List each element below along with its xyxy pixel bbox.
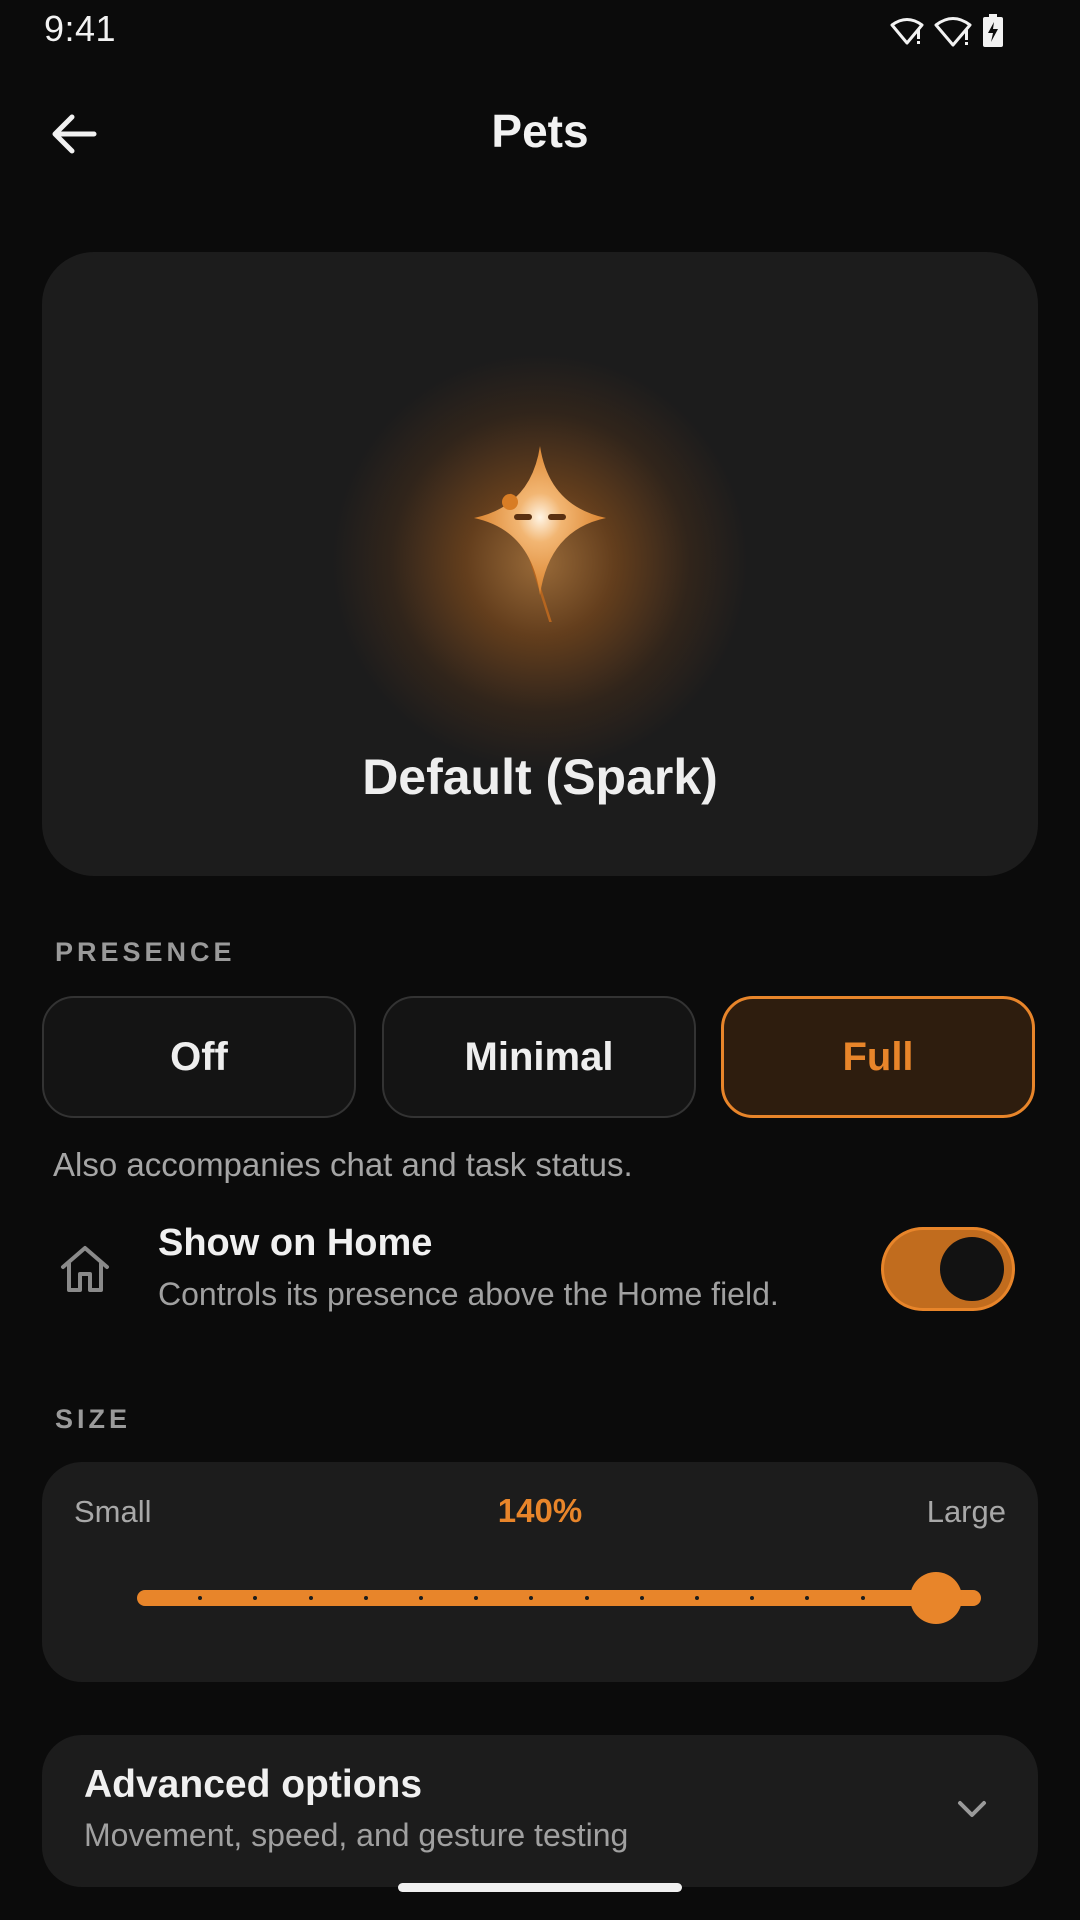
show-on-home-title: Show on Home	[158, 1222, 433, 1264]
slider-tick	[529, 1596, 534, 1600]
slider-tick	[198, 1596, 203, 1600]
battery-charging-icon	[983, 14, 1003, 47]
advanced-options-title: Advanced options	[84, 1763, 423, 1806]
status-time: 9:41	[44, 8, 117, 49]
slider-tick	[363, 1596, 368, 1600]
page-title: Pets	[491, 105, 589, 157]
slider-tick	[474, 1596, 479, 1600]
home-icon	[61, 1246, 109, 1292]
presence-option-minimal[interactable]: Minimal	[382, 996, 696, 1118]
presence-option-full[interactable]: Full	[721, 996, 1035, 1118]
status-icons	[890, 14, 1004, 48]
spark-star-icon	[474, 446, 606, 622]
size-max-label: Large	[926, 1494, 1006, 1529]
size-slider-thumb[interactable]	[910, 1572, 962, 1624]
presence-section-label: PRESENCE	[55, 937, 236, 967]
advanced-options-card[interactable]: Advanced options Movement, speed, and ge…	[42, 1735, 1038, 1887]
size-card: Small 140% Large	[42, 1462, 1038, 1682]
pet-name: Default (Spark)	[362, 749, 718, 805]
slider-tick	[695, 1596, 699, 1600]
show-on-home-subtitle: Controls its presence above the Home fie…	[158, 1276, 779, 1312]
slider-tick	[750, 1596, 755, 1600]
presence-option-off[interactable]: Off	[42, 996, 356, 1118]
wifi-alert-icon	[890, 18, 924, 45]
slider-tick	[253, 1596, 258, 1600]
advanced-options-subtitle: Movement, speed, and gesture testing	[84, 1817, 629, 1853]
pet-preview-card: Default (Spark)	[42, 252, 1038, 876]
size-value: 140%	[497, 1492, 583, 1529]
slider-tick	[805, 1596, 810, 1600]
slider-tick	[860, 1596, 865, 1600]
slider-tick	[308, 1596, 313, 1600]
size-slider-track[interactable]	[137, 1590, 981, 1606]
wifi-alert-icon	[934, 17, 972, 47]
slider-tick	[419, 1596, 423, 1600]
show-on-home-toggle[interactable]	[881, 1227, 1015, 1311]
chevron-down-icon[interactable]	[948, 1785, 996, 1833]
slider-tick	[639, 1596, 644, 1600]
slider-tick	[584, 1596, 589, 1600]
size-section-label: SIZE	[55, 1404, 132, 1434]
home-indicator	[398, 1883, 682, 1892]
toggle-knob	[940, 1237, 1004, 1301]
presence-helper-text: Also accompanies chat and task status.	[53, 1146, 633, 1183]
